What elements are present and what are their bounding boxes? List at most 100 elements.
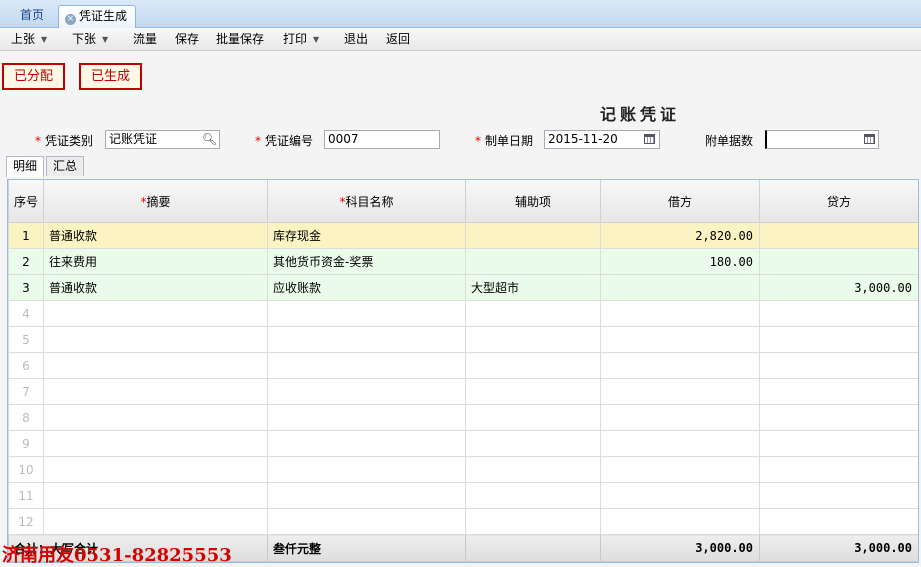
table-row[interactable]: 5	[8, 326, 918, 353]
cell-account[interactable]	[267, 352, 466, 379]
cell-debit[interactable]	[600, 404, 760, 431]
table-row[interactable]: 6	[8, 352, 918, 379]
cell-credit[interactable]	[759, 508, 918, 535]
next-button[interactable]: 下张 ▼	[72, 28, 108, 50]
cell-debit[interactable]	[600, 430, 760, 457]
cell-aux[interactable]	[465, 508, 601, 535]
cell-aux[interactable]	[465, 222, 601, 249]
cell-summary[interactable]	[43, 326, 268, 353]
cell-account[interactable]	[267, 430, 466, 457]
cell-summary[interactable]	[43, 404, 268, 431]
prev-button[interactable]: 上张 ▼	[11, 28, 47, 50]
table-row[interactable]: 3 普通收款 应收账款 大型超市 3,000.00	[8, 274, 918, 301]
table-row[interactable]: 7	[8, 378, 918, 405]
cell-debit[interactable]	[600, 326, 760, 353]
table-row[interactable]: 11	[8, 482, 918, 509]
cell-aux[interactable]	[465, 300, 601, 327]
save-button[interactable]: 保存	[175, 28, 199, 50]
cell-aux[interactable]: 大型超市	[465, 274, 601, 301]
col-aux-header[interactable]: 辅助项	[465, 180, 601, 223]
cell-credit[interactable]	[759, 404, 918, 431]
cell-summary[interactable]	[43, 482, 268, 509]
cell-aux[interactable]	[465, 352, 601, 379]
cell-debit[interactable]	[600, 378, 760, 405]
cell-aux[interactable]	[465, 456, 601, 483]
cell-debit[interactable]	[600, 508, 760, 535]
cell-account[interactable]	[267, 326, 466, 353]
table-row[interactable]: 4	[8, 300, 918, 327]
cell-account[interactable]: 库存现金	[267, 222, 466, 249]
cell-summary[interactable]: 普通收款	[43, 274, 268, 301]
status-generated-button[interactable]: 已生成	[79, 63, 143, 90]
cell-debit[interactable]: 2,820.00	[600, 222, 760, 249]
cell-aux[interactable]	[465, 404, 601, 431]
col-summary-header[interactable]: *摘要	[43, 180, 268, 223]
cell-account[interactable]	[267, 378, 466, 405]
tab-home[interactable]: 首页	[12, 5, 52, 26]
cell-credit[interactable]	[759, 456, 918, 483]
cell-credit[interactable]	[759, 430, 918, 457]
cell-aux[interactable]	[465, 326, 601, 353]
cell-debit[interactable]	[600, 274, 760, 301]
cell-debit[interactable]	[600, 482, 760, 509]
cell-debit[interactable]	[600, 300, 760, 327]
cell-aux[interactable]	[465, 378, 601, 405]
print-button[interactable]: 打印 ▼	[283, 28, 319, 50]
cell-account[interactable]	[267, 300, 466, 327]
close-icon[interactable]: ×	[65, 14, 76, 25]
toolbar: 上张 ▼ 下张 ▼ 流量 保存 批量保存 打印 ▼ 退出 返回	[0, 28, 921, 51]
cell-account[interactable]	[267, 482, 466, 509]
cell-summary[interactable]	[43, 352, 268, 379]
batch-save-button[interactable]: 批量保存	[216, 28, 264, 50]
cell-credit[interactable]	[759, 378, 918, 405]
cell-account[interactable]: 应收账款	[267, 274, 466, 301]
col-debit-header[interactable]: 借方	[600, 180, 760, 223]
cell-aux[interactable]	[465, 430, 601, 457]
table-row[interactable]: 9	[8, 430, 918, 457]
tab-summary[interactable]: 汇总	[46, 156, 85, 176]
cell-account[interactable]	[267, 456, 466, 483]
cell-credit[interactable]	[759, 248, 918, 275]
back-button[interactable]: 返回	[386, 28, 410, 50]
cell-summary[interactable]	[43, 508, 268, 535]
cell-debit[interactable]: 180.00	[600, 248, 760, 275]
cell-summary[interactable]: 往来费用	[43, 248, 268, 275]
cell-credit[interactable]	[759, 300, 918, 327]
table-row[interactable]: 1 普通收款 库存现金 2,820.00	[8, 222, 918, 249]
cell-aux[interactable]	[465, 482, 601, 509]
cell-credit[interactable]	[759, 326, 918, 353]
cell-debit[interactable]	[600, 352, 760, 379]
calendar-icon[interactable]	[641, 131, 658, 148]
cell-summary[interactable]	[43, 430, 268, 457]
cell-summary[interactable]	[43, 300, 268, 327]
cell-summary[interactable]	[43, 456, 268, 483]
tab-voucher-generate[interactable]: × 凭证生成	[58, 5, 137, 28]
table-row[interactable]: 10	[8, 456, 918, 483]
cell-debit[interactable]	[600, 456, 760, 483]
chevron-down-icon: ▼	[41, 35, 48, 44]
cell-credit[interactable]: 3,000.00	[759, 274, 918, 301]
status-allocated-button[interactable]: 已分配	[2, 63, 66, 90]
cell-account[interactable]	[267, 404, 466, 431]
tab-detail[interactable]: 明细	[6, 156, 45, 177]
col-credit-header[interactable]: 贷方	[759, 180, 918, 223]
table-row[interactable]: 8	[8, 404, 918, 431]
col-seq-header: 序号	[8, 180, 44, 223]
cell-account[interactable]: 其他货币资金-奖票	[267, 248, 466, 275]
cell-credit[interactable]	[759, 482, 918, 509]
col-account-header[interactable]: *科目名称	[267, 180, 466, 223]
table-row[interactable]: 2 往来费用 其他货币资金-奖票 180.00	[8, 248, 918, 275]
cell-summary[interactable]: 普通收款	[43, 222, 268, 249]
search-icon[interactable]: 🔍︎	[201, 131, 218, 148]
cell-aux[interactable]	[465, 248, 601, 275]
cell-credit[interactable]	[759, 222, 918, 249]
cell-account[interactable]	[267, 508, 466, 535]
voucher-grid: 序号 *摘要 *科目名称 辅助项 借方 贷方 1 普通收款 库存现金 2,820.00…	[7, 179, 919, 563]
flow-button[interactable]: 流量	[133, 28, 157, 50]
exit-button[interactable]: 退出	[344, 28, 368, 50]
cell-summary[interactable]	[43, 378, 268, 405]
calendar-icon[interactable]	[861, 131, 878, 148]
voucher-number-field[interactable]: 0007	[324, 130, 440, 149]
table-row[interactable]: 12	[8, 508, 918, 535]
cell-credit[interactable]	[759, 352, 918, 379]
